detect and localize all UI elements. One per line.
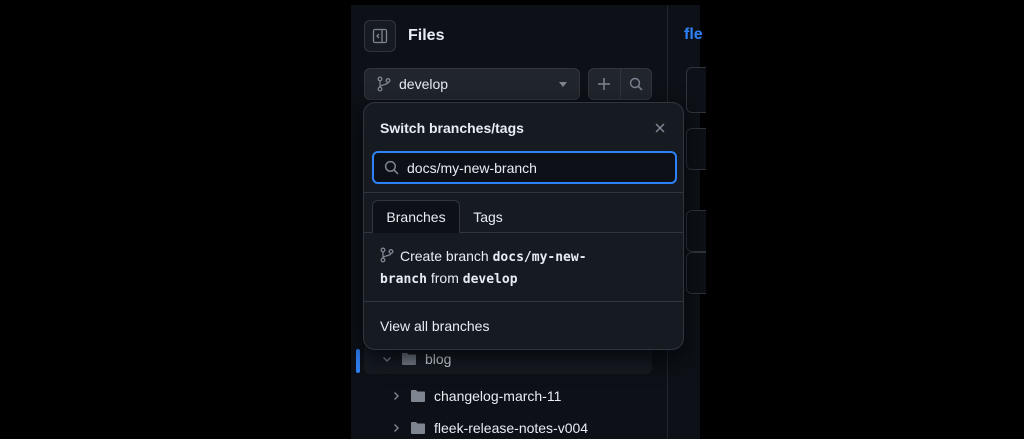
create-branch-prefix: Create branch [400, 248, 489, 264]
folder-icon [411, 390, 425, 402]
plus-icon [598, 78, 611, 90]
git-branch-icon [380, 247, 394, 263]
create-branch-option[interactable]: Create branch docs/my-new-branch from de… [380, 246, 630, 290]
content-card [686, 128, 706, 170]
branch-search-input[interactable] [407, 159, 665, 176]
active-item-indicator [356, 349, 360, 373]
divider [364, 192, 683, 193]
tree-item-label: blog [425, 351, 452, 367]
branch-selector-label: develop [399, 76, 449, 92]
content-card [686, 67, 706, 113]
content-title[interactable]: fle [684, 26, 703, 44]
branch-switcher-dialog: Switch branches/tags Branches Tags Creat… [363, 102, 684, 350]
create-branch-from: from [430, 270, 459, 286]
close-icon [655, 123, 665, 133]
tab-tags[interactable]: Tags [464, 200, 512, 233]
chevron-down-icon[interactable] [379, 351, 395, 367]
tree-item-label: changelog-march-11 [434, 388, 562, 404]
git-branch-icon [377, 76, 391, 92]
divider [364, 301, 683, 302]
files-title: Files [408, 27, 445, 44]
files-header: Files [364, 20, 444, 52]
branch-search-field[interactable] [372, 151, 677, 184]
branch-selector-button[interactable]: develop [364, 68, 580, 100]
chevron-right-icon[interactable] [388, 388, 404, 404]
search-icon [629, 77, 643, 91]
search-files-button[interactable] [619, 69, 651, 99]
file-actions-group [588, 68, 652, 100]
collapse-sidebar-button[interactable] [364, 20, 396, 52]
tree-item-label: fleek-release-notes-v004 [434, 420, 589, 436]
view-all-branches-link[interactable]: View all branches [380, 318, 489, 334]
caret-down-icon [559, 81, 567, 87]
add-file-button[interactable] [589, 69, 620, 99]
search-icon [384, 160, 399, 175]
dialog-title: Switch branches/tags [380, 120, 524, 136]
tree-item-changelog[interactable]: changelog-march-11 [388, 381, 561, 411]
tab-branches[interactable]: Branches [372, 200, 460, 233]
chevron-right-icon[interactable] [388, 420, 404, 436]
folder-icon [411, 422, 425, 434]
sidebar-collapse-icon [372, 28, 388, 44]
content-card [686, 210, 706, 252]
close-dialog-button[interactable] [650, 118, 670, 138]
source-branch-name: develop [462, 272, 518, 287]
content-card [686, 252, 706, 294]
tree-item-release-notes[interactable]: fleek-release-notes-v004 [388, 413, 588, 439]
folder-icon [402, 353, 416, 365]
